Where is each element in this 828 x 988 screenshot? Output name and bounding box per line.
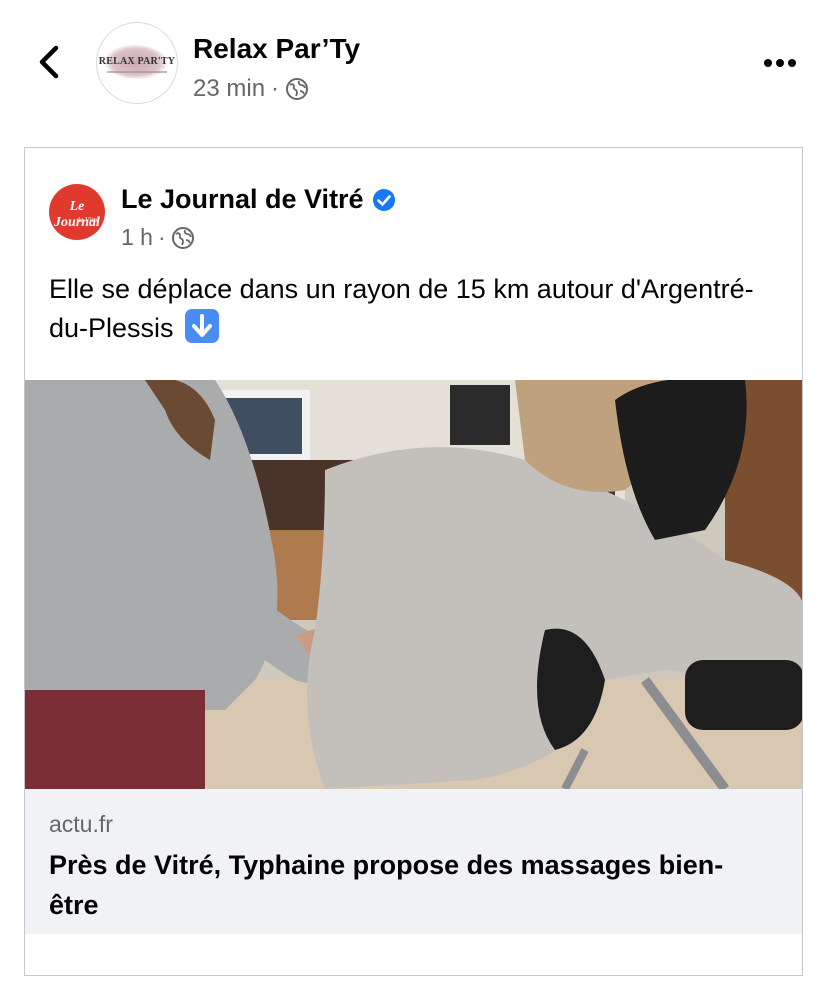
more-options-icon[interactable] — [762, 52, 798, 74]
globe-icon — [286, 78, 309, 100]
massage-photo-illustration — [25, 380, 802, 789]
source-avatar[interactable]: Le Journal de Vitré — [49, 184, 105, 240]
article-photo[interactable] — [25, 380, 802, 789]
avatar-logo-line — [107, 71, 167, 73]
shared-post-card[interactable]: Le Journal de Vitré Le Journal de Vitré … — [24, 147, 803, 976]
link-domain: actu.fr — [49, 811, 113, 837]
source-time[interactable]: 1 h — [121, 224, 153, 251]
post-header: RELAX PAR'TY Relax Par’Ty 23 min · — [0, 0, 828, 130]
post-meta: 23 min · — [193, 75, 309, 103]
page-avatar[interactable]: RELAX PAR'TY — [96, 22, 178, 104]
post-time[interactable]: 23 min — [193, 75, 265, 103]
avatar-logo-text: RELAX PAR'TY — [98, 56, 176, 67]
link-title: Près de Vitré, Typhaine propose des mass… — [49, 850, 724, 920]
meta-separator: · — [271, 75, 280, 102]
source-name[interactable]: Le Journal de Vitré — [121, 184, 364, 215]
verified-badge-icon — [372, 188, 395, 211]
meta-separator: · — [157, 224, 166, 250]
caption-text: Elle se déplace dans un rayon de 15 km a… — [49, 274, 754, 343]
source-avatar-text: Le Journal — [54, 199, 100, 230]
link-preview[interactable]: actu.fr Près de Vitré, Typhaine propose … — [25, 789, 802, 934]
back-chevron-icon[interactable] — [30, 42, 70, 82]
page-name[interactable]: Relax Par’Ty — [193, 33, 360, 65]
down-arrow-emoji-icon — [185, 309, 220, 343]
source-name-row: Le Journal de Vitré — [121, 184, 396, 215]
post-caption: Elle se déplace dans un rayon de 15 km a… — [49, 270, 779, 348]
source-meta: 1 h · — [121, 224, 195, 251]
source-avatar-subtext: de Vitré — [76, 216, 99, 224]
globe-icon — [171, 226, 194, 249]
